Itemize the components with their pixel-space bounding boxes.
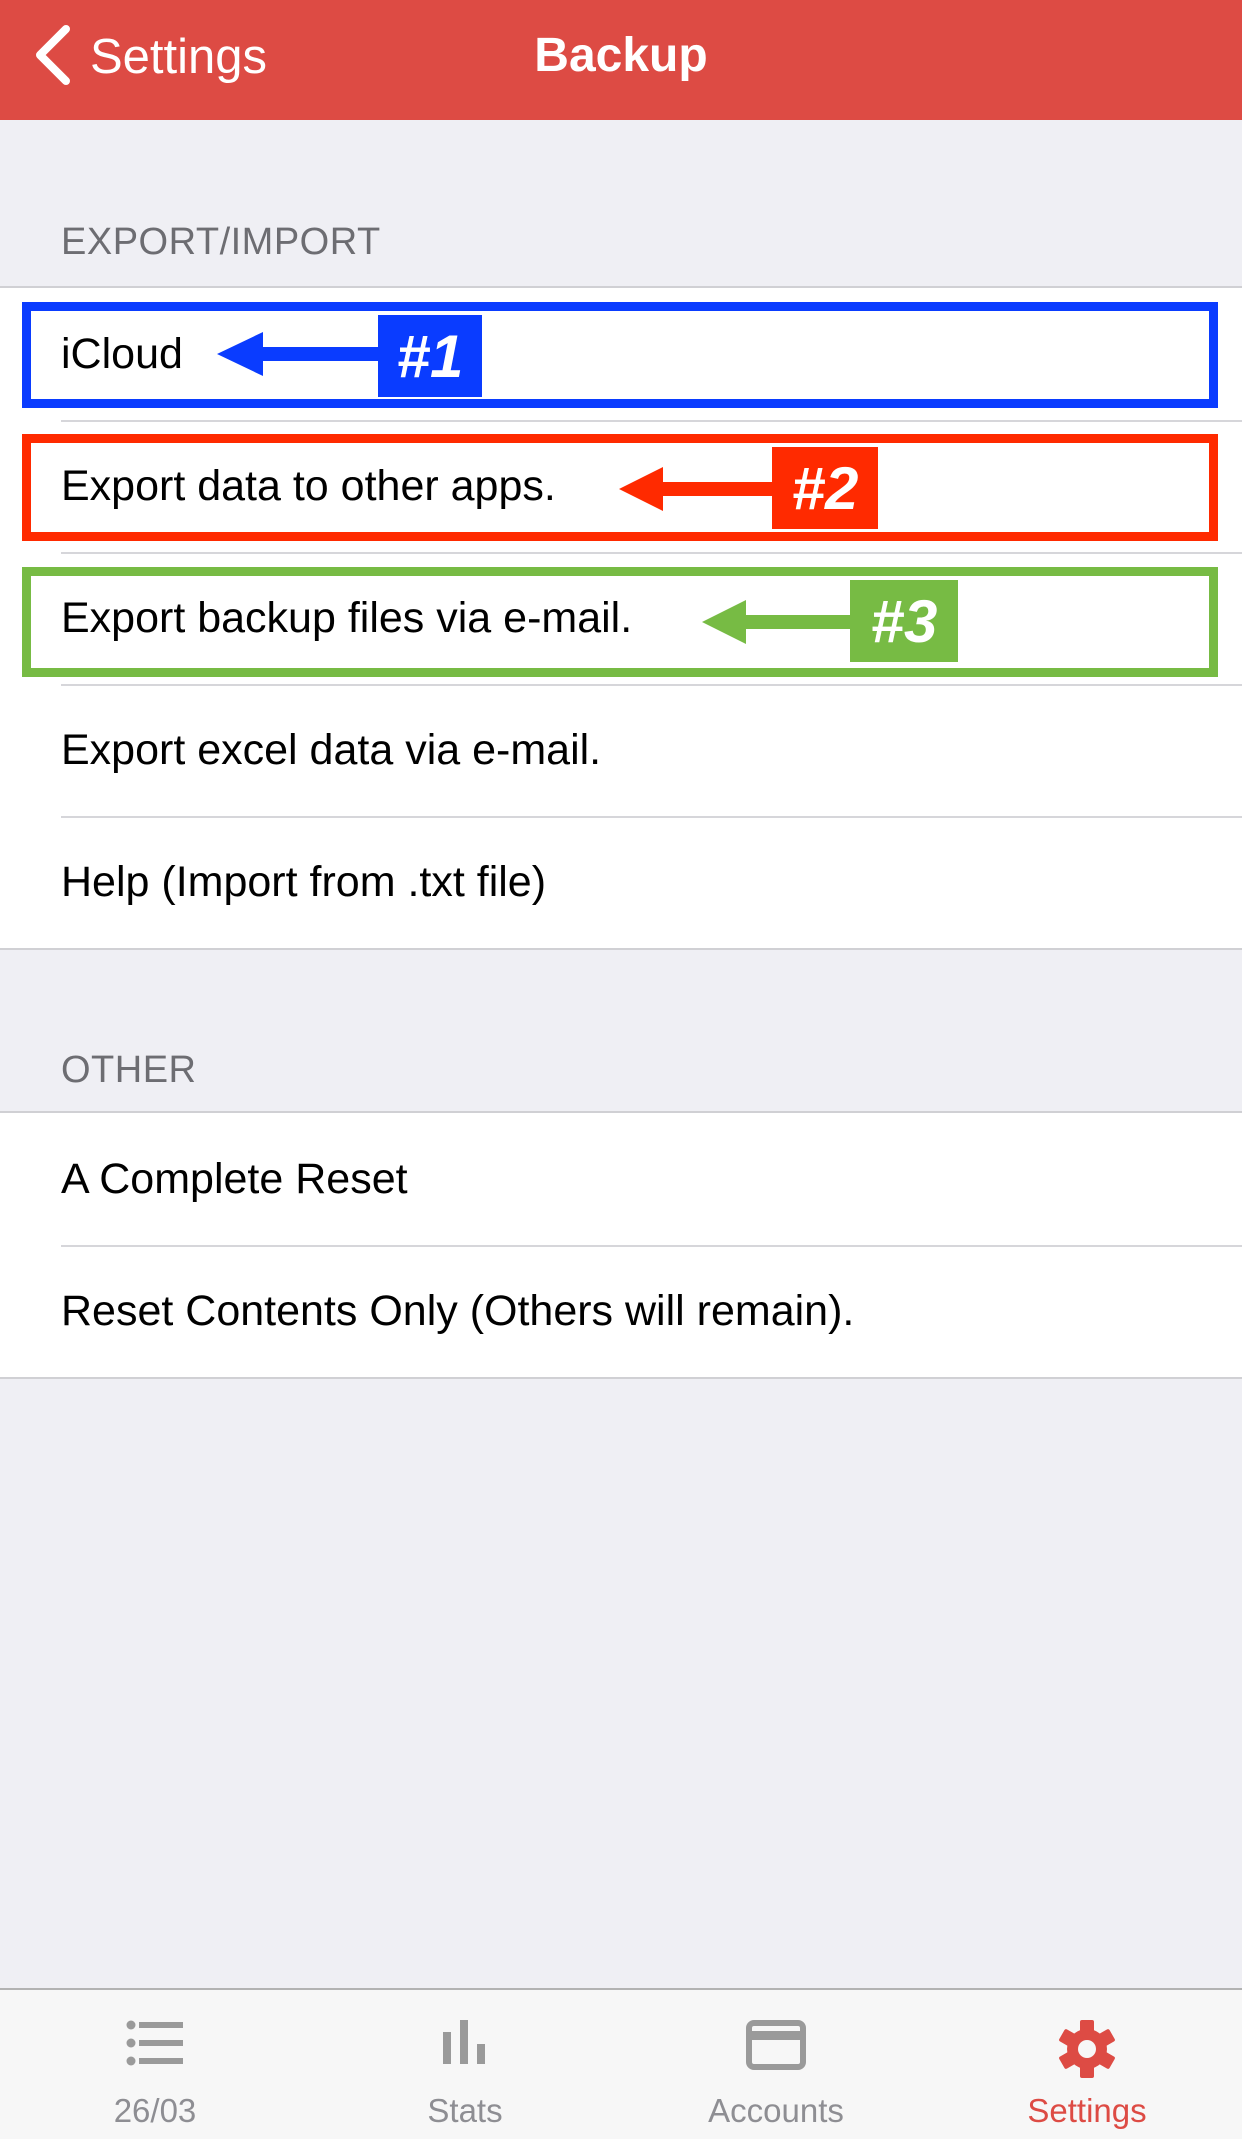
tab-label: Accounts [708, 2092, 844, 2129]
row-label: Export data to other apps. [61, 461, 556, 510]
arrow-left-icon [217, 332, 383, 376]
tab-stats[interactable]: Stats [310, 1990, 620, 2139]
annotation-tag-1: #1 [378, 315, 482, 397]
row-label: Export excel data via e-mail. [61, 725, 602, 774]
row-label: Help (Import from .txt file) [61, 857, 547, 906]
annotation-tag-3: #3 [850, 580, 958, 662]
credit-card-icon [746, 2020, 806, 2075]
annotation-tag-2: #2 [772, 447, 878, 529]
tab-bar: 26/03 Stats Accounts Settings [0, 1988, 1242, 2139]
row-label: iCloud [61, 329, 183, 378]
tab-label: Stats [427, 2092, 503, 2129]
list-item-help-import-txt[interactable]: Help (Import from .txt file) [0, 816, 1242, 948]
list-item-export-backup-email[interactable]: Export backup files via e-mail. [0, 552, 1242, 684]
tab-accounts[interactable]: Accounts [621, 1990, 931, 2139]
navigation-bar: Settings Backup [0, 0, 1242, 120]
list-icon [126, 2020, 184, 2071]
page-title: Backup [534, 29, 708, 82]
other-group: A Complete Reset Reset Contents Only (Ot… [0, 1111, 1242, 1379]
list-item-export-excel-email[interactable]: Export excel data via e-mail. [0, 684, 1242, 816]
arrow-left-icon [619, 467, 775, 511]
list-item-icloud[interactable]: iCloud [0, 288, 1242, 420]
bar-chart-icon [443, 2020, 487, 2069]
arrow-left-icon [702, 600, 853, 644]
gear-icon [1058, 2020, 1116, 2083]
list-item-reset-contents-only[interactable]: Reset Contents Only (Others will remain)… [0, 1245, 1242, 1377]
tab-transactions[interactable]: 26/03 [0, 1990, 310, 2139]
tab-settings[interactable]: Settings [932, 1990, 1242, 2139]
row-label: A Complete Reset [61, 1154, 408, 1203]
section-header-other: OTHER [61, 1049, 197, 1091]
list-item-complete-reset[interactable]: A Complete Reset [0, 1113, 1242, 1245]
export-import-group: iCloud Export data to other apps. Export… [0, 286, 1242, 950]
row-label: Reset Contents Only (Others will remain)… [61, 1286, 855, 1335]
row-label: Export backup files via e-mail. [61, 593, 633, 642]
tab-label: Settings [1027, 2092, 1147, 2129]
section-header-export-import: EXPORT/IMPORT [61, 221, 381, 263]
tab-label: 26/03 [113, 2092, 197, 2129]
